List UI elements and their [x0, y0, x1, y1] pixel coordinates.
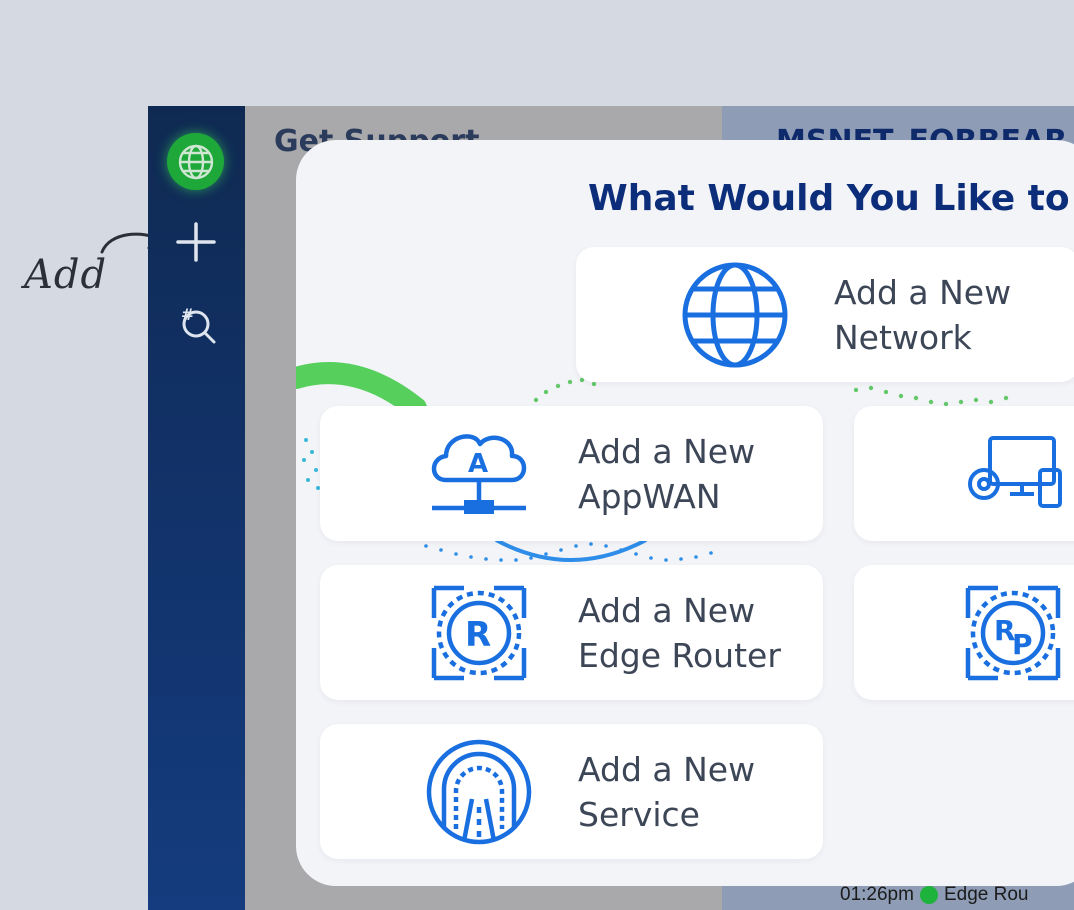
cloud-network-icon: A [420, 415, 538, 533]
status-text: Edge Rou [943, 884, 1029, 905]
status-dot-icon [919, 886, 938, 904]
devices-gear-icon [954, 415, 1072, 533]
globe-icon [676, 256, 794, 374]
sidebar-add-button[interactable] [170, 216, 222, 268]
add-edge-router-card[interactable]: R Add a New Edge Router [320, 565, 823, 700]
create-dialog: What Would You Like to Add a New Network [296, 140, 1074, 886]
router-r-icon: R [420, 574, 538, 692]
card-label: Add a New Service [578, 749, 756, 834]
dialog-title: What Would You Like to [588, 178, 1070, 219]
status-line: 01:26pm Edge Rou [840, 884, 1028, 906]
add-appwan-card[interactable]: A Add a New AppWAN [320, 406, 823, 541]
hash-search-icon: # [181, 305, 216, 344]
tunnel-service-icon [420, 733, 538, 851]
router-rp-icon: R P [954, 574, 1072, 692]
add-edge-router-policy-card[interactable]: R P [854, 565, 1074, 700]
plus-icon [176, 222, 216, 262]
add-network-card[interactable]: Add a New Network [576, 247, 1074, 382]
globe-icon [178, 144, 213, 179]
svg-text:#: # [181, 305, 194, 324]
add-endpoint-card[interactable] [854, 406, 1074, 541]
svg-text:A: A [468, 449, 488, 479]
sidebar-search-button[interactable]: # [170, 298, 222, 350]
svg-text:R: R [465, 615, 491, 655]
card-label: Add a New Network [834, 272, 1012, 357]
svg-text:P: P [1012, 628, 1033, 661]
card-label: Add a New Edge Router [578, 590, 781, 675]
annotation-label: Add [24, 252, 108, 298]
app-window: # Get Support MSNET_FORBEAR 01:26pm Edge… [148, 106, 1074, 910]
card-label: Add a New AppWAN [578, 431, 756, 516]
status-time: 01:26pm [840, 884, 914, 905]
logo[interactable] [167, 133, 224, 190]
add-service-card[interactable]: Add a New Service [320, 724, 823, 859]
sidebar: # [148, 106, 245, 910]
